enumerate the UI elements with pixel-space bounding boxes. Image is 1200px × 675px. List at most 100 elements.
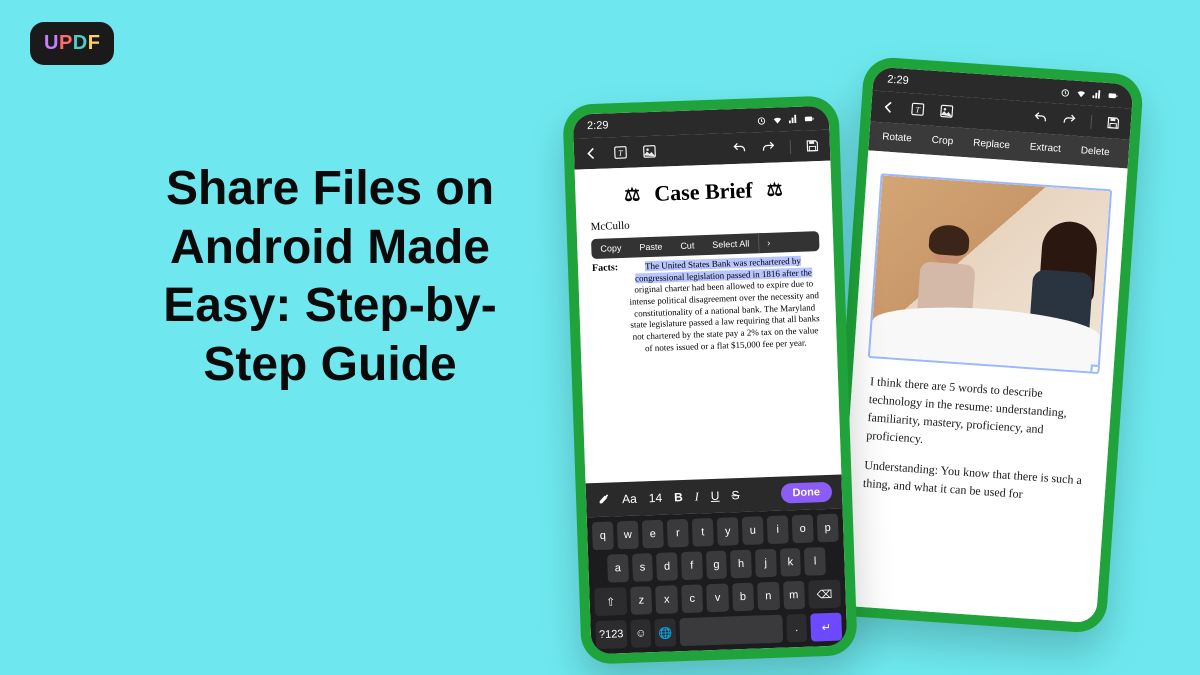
logo-letter-f: F xyxy=(88,32,101,54)
key-emoji[interactable]: ☺ xyxy=(630,619,652,648)
key-z[interactable]: z xyxy=(630,586,652,615)
key-c[interactable]: c xyxy=(681,584,703,613)
cut-button[interactable]: Cut xyxy=(671,235,704,256)
facts-label: Facts: xyxy=(592,262,621,356)
key-o[interactable]: o xyxy=(792,514,814,543)
key-b[interactable]: b xyxy=(732,583,754,612)
key-numbers[interactable]: ?123 xyxy=(595,620,627,649)
page-area-back: I think there are 5 words to describe te… xyxy=(836,150,1127,623)
key-v[interactable]: v xyxy=(706,584,728,613)
page-area-front: ⚖ Case Brief ⚖ McCullo Copy Paste Cut Se… xyxy=(575,161,842,484)
back-icon[interactable] xyxy=(881,99,897,115)
krow4: ?123 ☺ 🌐 . ↵ xyxy=(595,613,842,650)
key-x[interactable]: x xyxy=(656,585,678,614)
font-size[interactable]: 14 xyxy=(649,491,663,505)
delete-button[interactable]: Delete xyxy=(1071,142,1119,162)
key-s[interactable]: s xyxy=(632,553,654,582)
copy-button[interactable]: Copy xyxy=(591,238,631,259)
done-button[interactable]: Done xyxy=(780,482,832,504)
clock-back: 2:29 xyxy=(887,74,909,87)
alarm-icon xyxy=(1059,86,1071,98)
eyedropper-icon[interactable] xyxy=(596,493,610,507)
key-w[interactable]: w xyxy=(617,521,639,550)
redo-icon[interactable] xyxy=(1061,112,1077,128)
signal-icon xyxy=(788,113,799,124)
key-⇧[interactable]: ⇧ xyxy=(594,587,627,616)
font-selector[interactable]: Aa xyxy=(622,492,637,507)
undo-icon[interactable] xyxy=(1032,110,1048,126)
phone-front: 2:29 T ⚖ Case Brief ⚖ McCullo xyxy=(562,95,857,664)
key-q[interactable]: q xyxy=(592,521,614,550)
doc-title: Case Brief xyxy=(654,177,753,206)
scales-right-icon: ⚖ xyxy=(766,179,783,201)
key-m[interactable]: m xyxy=(783,581,805,610)
key-l[interactable]: l xyxy=(804,547,826,576)
key-f[interactable]: f xyxy=(681,551,703,580)
key-y[interactable]: y xyxy=(717,517,739,546)
krow2: asdfghjkl xyxy=(593,547,840,584)
image-tool-icon[interactable] xyxy=(642,144,658,160)
headline: Share Files on Android Made Easy: Step-b… xyxy=(130,160,530,394)
facts-body[interactable]: The United States Bank was rechartered b… xyxy=(626,255,823,355)
save-icon[interactable] xyxy=(805,138,821,154)
logo-letter-d: D xyxy=(73,32,88,54)
logo-letter-p: P xyxy=(59,32,73,54)
alarm-icon xyxy=(756,114,767,125)
more-chevron-icon[interactable]: › xyxy=(758,233,779,254)
paste-button[interactable]: Paste xyxy=(630,236,672,257)
redo-icon[interactable] xyxy=(761,140,777,156)
logo-badge: UPDF xyxy=(30,22,114,65)
bold-button[interactable]: B xyxy=(674,490,683,504)
key-p[interactable]: p xyxy=(817,514,839,543)
status-icons-front xyxy=(756,113,815,126)
krow1: qwertyuiop xyxy=(592,514,839,551)
image-tool-icon[interactable] xyxy=(939,103,955,119)
save-icon[interactable] xyxy=(1105,115,1121,131)
status-icons-back xyxy=(1059,86,1119,101)
key-j[interactable]: j xyxy=(755,549,777,578)
clock-front: 2:29 xyxy=(587,119,609,132)
key-r[interactable]: r xyxy=(667,519,689,548)
key-period[interactable]: . xyxy=(786,614,808,643)
text-context-menu: Copy Paste Cut Select All › xyxy=(591,231,820,259)
key-n[interactable]: n xyxy=(757,582,779,611)
logo-letter-u: U xyxy=(44,32,59,54)
document-body-text[interactable]: I think there are 5 words to describe te… xyxy=(853,366,1102,526)
rotate-button[interactable]: Rotate xyxy=(873,128,922,148)
key-h[interactable]: h xyxy=(730,550,752,579)
text-tool-icon[interactable]: T xyxy=(910,101,926,117)
italic-button[interactable]: I xyxy=(695,489,700,504)
key-globe[interactable]: 🌐 xyxy=(655,618,677,647)
facts-row: Facts: The United States Bank was rechar… xyxy=(588,255,827,357)
scales-left-icon: ⚖ xyxy=(624,184,641,206)
undo-icon[interactable] xyxy=(732,141,748,157)
underline-button[interactable]: U xyxy=(711,489,720,503)
key-space[interactable] xyxy=(679,615,783,647)
phone-back: 2:29 T Rotate Crop Replace Extract Delet… xyxy=(826,56,1144,634)
battery-icon xyxy=(804,113,815,124)
key-d[interactable]: d xyxy=(656,552,678,581)
text-tool-icon[interactable]: T xyxy=(613,145,629,161)
key-u[interactable]: u xyxy=(742,516,764,545)
facts-rest: original charter had been allowed to exp… xyxy=(629,279,820,353)
key-a[interactable]: a xyxy=(607,554,629,583)
key-enter[interactable]: ↵ xyxy=(810,613,842,642)
key-k[interactable]: k xyxy=(780,548,802,577)
replace-button[interactable]: Replace xyxy=(964,134,1020,155)
key-e[interactable]: e xyxy=(642,520,664,549)
selected-image[interactable] xyxy=(868,173,1112,374)
select-all-button[interactable]: Select All xyxy=(703,233,759,255)
key-⌫[interactable]: ⌫ xyxy=(808,580,841,609)
key-i[interactable]: i xyxy=(767,515,789,544)
svg-text:T: T xyxy=(618,149,623,158)
back-icon[interactable] xyxy=(584,146,600,162)
extract-button[interactable]: Extract xyxy=(1020,138,1070,158)
strike-button[interactable]: S xyxy=(731,488,739,502)
crop-button[interactable]: Crop xyxy=(922,131,963,151)
key-g[interactable]: g xyxy=(706,551,728,580)
photo-scene xyxy=(870,175,1110,371)
keyboard: qwertyuiop asdfghjkl ⇧zxcvbnm⌫ ?123 ☺ 🌐 … xyxy=(587,508,848,654)
screen-back: 2:29 T Rotate Crop Replace Extract Delet… xyxy=(836,67,1133,624)
key-t[interactable]: t xyxy=(692,518,714,547)
screen-front: 2:29 T ⚖ Case Brief ⚖ McCullo xyxy=(573,106,848,655)
